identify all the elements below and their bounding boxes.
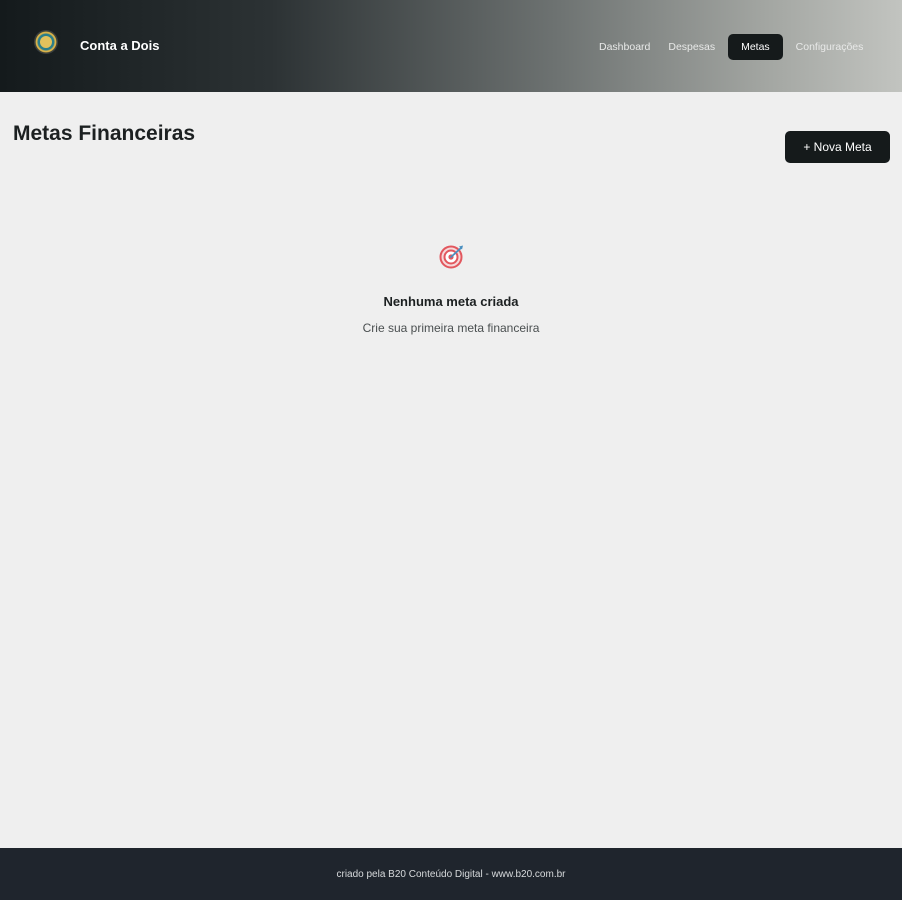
nav-configuracoes[interactable]: Configurações [787, 34, 873, 60]
new-goal-button[interactable]: + Nova Meta [785, 131, 890, 163]
target-icon [439, 245, 463, 269]
page-title: Metas Financeiras [13, 122, 196, 145]
logo-coin [40, 36, 52, 48]
main-nav: Dashboard Despesas Metas Configurações [590, 34, 872, 60]
nav-dashboard[interactable]: Dashboard [590, 34, 659, 60]
empty-state-subtitle: Crie sua primeira meta financeira [362, 321, 540, 335]
page: Conta a Dois Dashboard Despesas Metas Co… [0, 0, 902, 900]
brand-name[interactable]: Conta a Dois [80, 38, 159, 53]
top-header: Conta a Dois Dashboard Despesas Metas Co… [0, 0, 902, 92]
nav-metas[interactable]: Metas [728, 34, 783, 60]
nav-despesas[interactable]: Despesas [659, 34, 724, 60]
footer: criado pela B20 Conteúdo Digital - www.b… [0, 848, 902, 900]
empty-state-title: Nenhuma meta criada [383, 294, 519, 309]
footer-credit[interactable]: criado pela B20 Conteúdo Digital - www.b… [336, 869, 565, 880]
couple-coin-logo-icon[interactable] [34, 30, 58, 54]
